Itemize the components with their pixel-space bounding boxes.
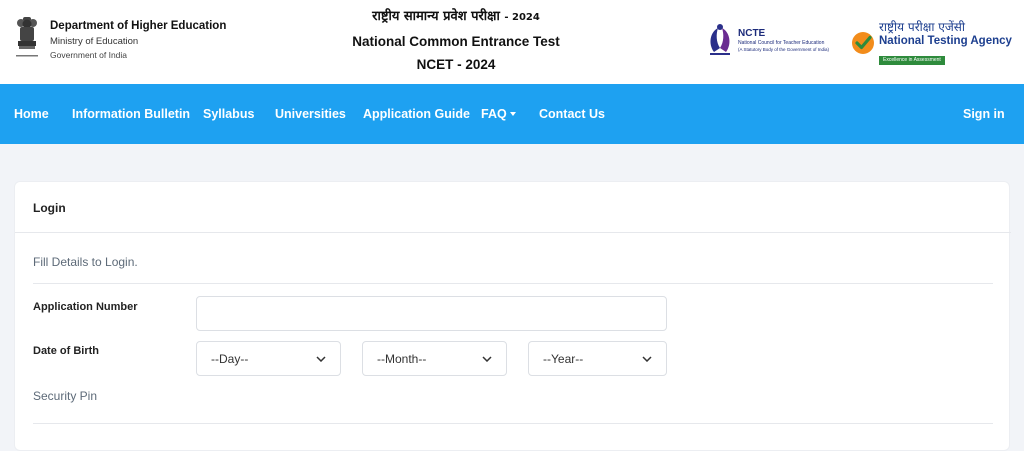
security-pin-label: Security Pin [33,389,98,403]
dob-day-select[interactable]: --Day-- [196,341,341,376]
nav-information-bulletin[interactable]: Information Bulletin [72,106,190,122]
dob-year-select[interactable]: --Year-- [528,341,667,376]
exam-english-title: National Common Entrance Test [352,34,560,49]
nav-faq-label: FAQ [481,107,507,121]
dob-year-value: --Year-- [543,351,584,366]
login-card: Login Fill Details to Login. Application… [14,181,1011,451]
chevron-down-icon [482,355,492,362]
date-of-birth-label: Date of Birth [33,345,99,357]
chevron-down-icon [642,355,652,362]
government-label: Government of India [50,50,128,60]
nta-tagline: Excellence in Assessment [879,56,945,65]
sign-in-link[interactable]: Sign in [963,106,1005,122]
exam-title-block: राष्ट्रीय सामान्य प्रवेश परीक्षा - 2024 … [330,8,582,74]
login-title: Login [33,201,66,215]
login-card-header: Login [15,182,1011,233]
exam-hindi-title: राष्ट्रीय सामान्य प्रवेश परीक्षा - 2024 [372,9,540,24]
nta-logo-block: राष्ट्रीय परीक्षा एजेंसी National Testin… [851,20,1012,66]
form-divider [33,423,993,424]
department-block: Department of Higher Education Ministry … [12,14,226,64]
department-title: Department of Higher Education [50,20,227,32]
dob-month-select[interactable]: --Month-- [362,341,507,376]
form-divider [33,283,993,284]
nta-hindi-name: राष्ट्रीय परीक्षा एजेंसी [879,20,966,34]
nav-application-guide[interactable]: Application Guide [363,106,470,122]
ncte-logo-block: NCTE National Council for Teacher Educat… [706,22,829,58]
ncte-full-name: National Council for Teacher Education [738,39,825,46]
exam-code: NCET - 2024 [416,57,496,72]
application-number-label: Application Number [33,301,138,313]
ncte-name: NCTE [738,27,766,39]
national-emblem-icon [16,17,38,57]
nav-syllabus[interactable]: Syllabus [203,106,254,122]
nav-faq[interactable]: FAQ [481,106,516,122]
nav-universities[interactable]: Universities [275,106,346,122]
nav-home[interactable]: Home [14,106,49,122]
caret-down-icon [509,111,516,116]
nta-check-icon [852,32,874,54]
ncte-logo-icon [710,24,730,55]
ncte-statutory: (A Statutory Body of the Government of I… [738,46,830,52]
chevron-down-icon [316,355,326,362]
top-header: Department of Higher Education Ministry … [0,0,1024,84]
dob-month-value: --Month-- [377,351,427,366]
nav-contact-us[interactable]: Contact Us [539,106,605,122]
main-navbar: Home Information Bulletin Syllabus Unive… [0,84,1024,144]
nta-name: National Testing Agency [879,35,1012,47]
login-hint: Fill Details to Login. [33,255,138,269]
application-number-input[interactable] [196,296,667,331]
ministry-label: Ministry of Education [50,36,139,47]
dob-day-value: --Day-- [211,351,249,366]
